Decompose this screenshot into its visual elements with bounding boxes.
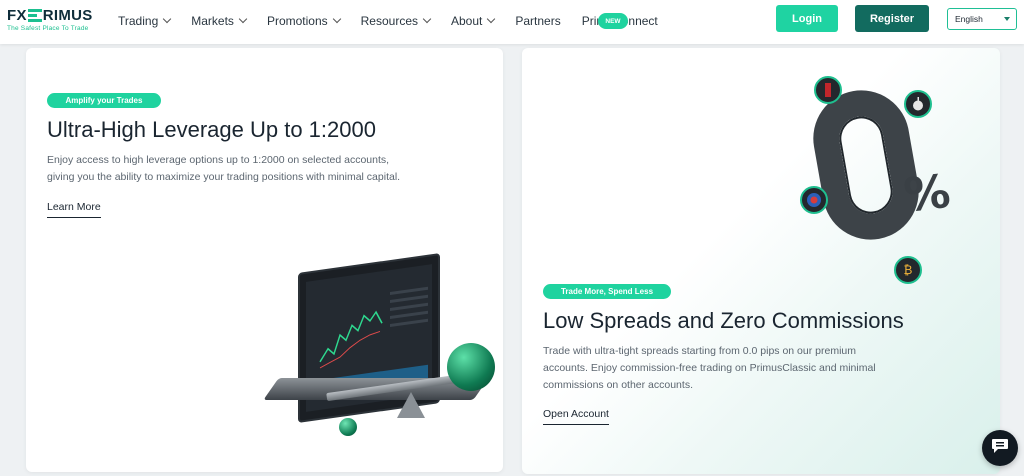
nav-item-promotions[interactable]: Promotions bbox=[266, 14, 341, 28]
small-ball-graphic bbox=[339, 418, 357, 436]
chat-bubble-icon bbox=[991, 438, 1009, 459]
nav-label: About bbox=[451, 14, 483, 28]
leverage-description: Enjoy access to high leverage options up… bbox=[47, 152, 437, 186]
stock-icon bbox=[814, 76, 842, 104]
brand-logo[interactable]: FX RIMUS The Safest Place To Trade bbox=[7, 6, 93, 33]
spreads-card: % ₿ Trade More, Spend Less Low Spreads a… bbox=[522, 48, 1000, 474]
logo-tagline: The Safest Place To Trade bbox=[7, 25, 89, 32]
language-value: English bbox=[955, 14, 983, 24]
large-ball-graphic bbox=[447, 343, 495, 391]
leverage-title: Ultra-High Leverage Up to 1:2000 bbox=[47, 117, 376, 142]
caret-down-icon bbox=[1004, 17, 1010, 21]
learn-more-link[interactable]: Learn More bbox=[47, 201, 101, 218]
logo-wordmark: FX RIMUS bbox=[7, 6, 93, 24]
chevron-down-icon bbox=[487, 14, 496, 24]
new-badge: NEW bbox=[598, 13, 628, 29]
chevron-down-icon bbox=[163, 14, 172, 24]
nav-item-partners[interactable]: Partners bbox=[515, 14, 560, 28]
main-nav: Trading Markets Promotions Resources Abo… bbox=[118, 14, 679, 28]
apple-icon bbox=[904, 90, 932, 118]
nav-label: Resources bbox=[360, 14, 418, 28]
logo-text-right: RIMUS bbox=[42, 6, 93, 24]
nav-label: Markets bbox=[191, 14, 234, 28]
chevron-down-icon bbox=[332, 14, 341, 24]
logo-mark-icon bbox=[27, 8, 42, 22]
leverage-card: Amplify your Trades Ultra-High Leverage … bbox=[26, 48, 503, 472]
nav-label: Partners bbox=[515, 14, 561, 28]
nav-label: Trading bbox=[118, 14, 159, 28]
open-account-link[interactable]: Open Account bbox=[543, 408, 609, 425]
nav-item-markets[interactable]: Markets bbox=[191, 14, 248, 28]
nav-item-resources[interactable]: Resources bbox=[360, 14, 432, 28]
description-line: accounts. Enjoy commission-free trading … bbox=[543, 362, 876, 374]
description-line: giving you the ability to maximize your … bbox=[47, 171, 401, 183]
chat-widget-button[interactable] bbox=[982, 430, 1018, 466]
spreads-pill: Trade More, Spend Less bbox=[543, 284, 671, 299]
logo-text-left: FX bbox=[7, 6, 27, 24]
nav-item-trading[interactable]: Trading bbox=[118, 14, 172, 28]
spreads-title: Low Spreads and Zero Commissions bbox=[543, 308, 904, 333]
register-button[interactable]: Register bbox=[855, 5, 929, 32]
nav-label: Promotions bbox=[266, 14, 328, 28]
percent-sign-graphic: % bbox=[901, 163, 953, 223]
zero-percent-illustration: % ₿ bbox=[798, 76, 978, 284]
description-line: Trade with ultra-tight spreads starting … bbox=[543, 345, 856, 357]
language-select[interactable]: English bbox=[947, 8, 1017, 30]
leverage-pill: Amplify your Trades bbox=[47, 93, 161, 108]
login-button[interactable]: Login bbox=[776, 5, 838, 32]
description-line: commissions on other accounts. bbox=[543, 379, 693, 391]
spreads-description: Trade with ultra-tight spreads starting … bbox=[543, 343, 913, 394]
laptop-seesaw-illustration bbox=[263, 253, 503, 460]
description-line: Enjoy access to high leverage options up… bbox=[47, 154, 390, 166]
seesaw-pivot-graphic bbox=[397, 392, 425, 418]
site-header: FX RIMUS The Safest Place To Trade Tradi… bbox=[0, 0, 1024, 44]
chevron-down-icon bbox=[422, 14, 432, 24]
nav-item-about[interactable]: About bbox=[451, 14, 496, 28]
bitcoin-icon: ₿ bbox=[894, 256, 922, 284]
chevron-down-icon bbox=[238, 14, 248, 24]
currency-flag-icon bbox=[800, 186, 828, 214]
